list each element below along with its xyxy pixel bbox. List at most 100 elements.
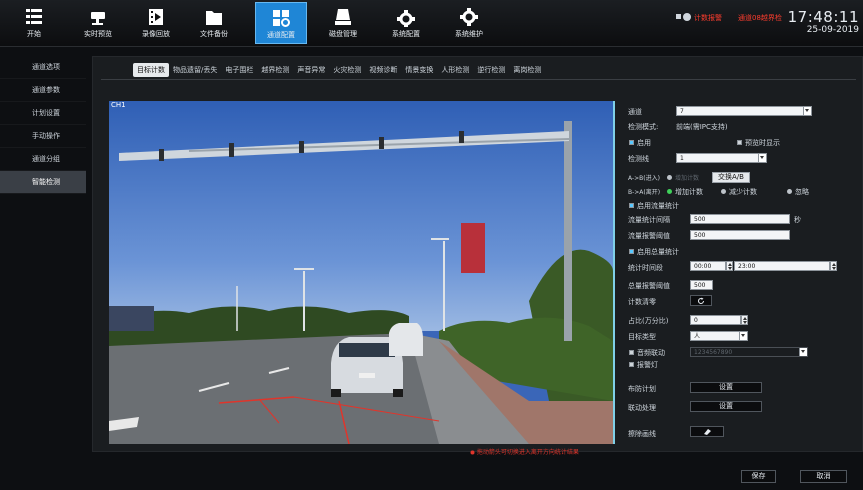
stat-time-end-input[interactable]: 23:00 xyxy=(734,261,830,271)
clock-date: 25-09-2019 xyxy=(806,25,859,35)
swap-ab-button[interactable]: 交换A/B xyxy=(712,172,750,183)
sidebar-item-schedule[interactable]: 计划设置 xyxy=(0,102,86,125)
linkage-set-button[interactable]: 设置 xyxy=(690,401,762,412)
toolbar-playback-label: 录像回放 xyxy=(142,30,170,38)
tab-fence[interactable]: 电子围栏 xyxy=(221,63,257,77)
flow-stats-label: 启用流量统计 xyxy=(637,202,679,210)
chevron-down-icon xyxy=(739,332,747,340)
ba-increase-radio[interactable] xyxy=(667,189,672,194)
tab-line-cross[interactable]: 越界检测 xyxy=(257,63,293,77)
toolbar-maintenance-label: 系统维护 xyxy=(455,30,483,38)
total-stats-checkbox[interactable] xyxy=(629,249,634,254)
flow-alarm-label: 流量报警阈值 xyxy=(628,232,670,240)
sidebar-item-manual[interactable]: 手动操作 xyxy=(0,125,86,148)
toolbar-channel-config-button[interactable]: 通道配置 xyxy=(255,2,307,44)
flow-interval-label: 流量统计间隔 xyxy=(628,216,670,224)
ba-decrease-radio[interactable] xyxy=(721,189,726,194)
stat-time-start-stepper[interactable] xyxy=(726,261,733,271)
target-type-select[interactable]: 人 xyxy=(690,331,748,341)
tab-reverse[interactable]: 逆行检测 xyxy=(473,63,509,77)
folder-icon xyxy=(206,11,222,25)
sidebar-item-group[interactable]: 通道分组 xyxy=(0,148,86,171)
detect-line-select[interactable]: 1 xyxy=(676,153,767,163)
target-type-label: 目标类型 xyxy=(628,333,656,341)
ba-increase-label: 增加计数 xyxy=(675,188,703,196)
erase-lines-button[interactable] xyxy=(690,426,724,437)
detect-mode-value: 前端(需IPC支持) xyxy=(676,123,728,131)
film-icon xyxy=(149,9,163,25)
ba-out-label: B->A(离开) xyxy=(628,189,661,196)
maintenance-gear-icon xyxy=(460,8,478,26)
tab-video-diag[interactable]: 视频诊断 xyxy=(365,63,401,77)
channel-overlay-label: CH1 xyxy=(111,101,126,109)
save-button[interactable]: 保存 xyxy=(741,470,776,483)
tab-scene-change[interactable]: 情景变换 xyxy=(401,63,437,77)
flow-interval-unit: 秒 xyxy=(794,216,801,224)
ratio-input[interactable]: 0 xyxy=(690,315,741,325)
detect-mode-label: 检测模式: xyxy=(628,123,659,131)
sidebar-item-channel-options[interactable]: 通道选项 xyxy=(0,56,86,79)
alarm-light-checkbox[interactable] xyxy=(629,362,634,367)
toolbar-backup-button[interactable]: 文件备份 xyxy=(188,2,240,44)
enable-checkbox[interactable] xyxy=(629,140,634,145)
info-dot-icon xyxy=(470,450,475,455)
schedule-set-button[interactable]: 设置 xyxy=(690,382,762,393)
audio-link-checkbox[interactable] xyxy=(629,350,634,355)
ab-in-value: 增加计数 xyxy=(675,175,700,182)
total-alarm-input[interactable]: 500 xyxy=(690,280,713,290)
refresh-icon xyxy=(698,297,704,304)
tab-audio[interactable]: 声音异常 xyxy=(293,63,329,77)
toolbar-maintenance-button[interactable]: 系统维护 xyxy=(443,2,495,44)
tab-target-count[interactable]: 目标计数 xyxy=(133,63,169,77)
audio-link-value: 1234567890 xyxy=(694,349,733,356)
tab-human[interactable]: 人形检测 xyxy=(437,63,473,77)
toolbar-disk-label: 磁盘管理 xyxy=(329,30,357,38)
preview-display-checkbox[interactable] xyxy=(737,140,742,145)
direction-hint-text: 拖动箭头可切换进入离开方向统计结果 xyxy=(470,447,579,456)
count-reset-label: 计数清零 xyxy=(628,298,656,306)
stat-time-start-input[interactable]: 00:00 xyxy=(690,261,726,271)
video-preview[interactable] xyxy=(109,101,613,444)
toolbar-disk-button[interactable]: 磁盘管理 xyxy=(317,2,369,44)
sidebar-item-channel-params[interactable]: 通道参数 xyxy=(0,79,86,102)
channel-label: 通道 xyxy=(628,108,642,116)
sidebar-item-smart-detect[interactable]: 智能检测 xyxy=(0,171,86,194)
audio-link-select[interactable]: 1234567890 xyxy=(690,347,808,357)
count-reset-button[interactable] xyxy=(690,295,712,306)
tab-leave-post[interactable]: 离岗检测 xyxy=(509,63,545,77)
toolbar-playback-button[interactable]: 录像回放 xyxy=(130,2,182,44)
target-type-value: 人 xyxy=(694,333,701,340)
erase-lines-label: 擦除画线 xyxy=(628,430,656,438)
toolbar-live-preview-button[interactable]: 实时预览 xyxy=(72,2,124,44)
ratio-stepper[interactable] xyxy=(741,315,748,325)
tab-divider xyxy=(101,79,856,80)
ab-in-radio[interactable] xyxy=(667,175,672,180)
channel-select[interactable]: 7 xyxy=(676,106,812,116)
chevron-down-icon xyxy=(799,348,807,356)
ba-ignore-radio[interactable] xyxy=(787,189,792,194)
total-stats-label: 启用总量统计 xyxy=(637,248,679,256)
cancel-button[interactable]: 取消 xyxy=(800,470,847,483)
total-alarm-label: 总量报警阈值 xyxy=(628,282,670,290)
ba-decrease-label: 减少计数 xyxy=(729,188,757,196)
toolbar-start-button[interactable]: 开始 xyxy=(8,2,60,44)
channel-config-icon xyxy=(273,10,290,27)
video-edge-divider xyxy=(613,101,615,444)
stat-time-end-stepper[interactable] xyxy=(830,261,837,271)
flow-alarm-input[interactable]: 500 xyxy=(690,230,790,240)
system-gear-icon xyxy=(397,10,415,27)
tab-left-lost[interactable]: 物品遗留/丢失 xyxy=(169,63,221,77)
toolbar-live-preview-label: 实时预览 xyxy=(84,30,112,38)
eraser-icon xyxy=(704,429,711,435)
toolbar-channel-config-label: 通道配置 xyxy=(267,31,295,39)
menu-icon xyxy=(26,9,42,24)
flow-stats-checkbox[interactable] xyxy=(629,203,634,208)
top-toolbar: 开始 实时预览 录像回放 文件备份 通道配置 磁盘管理 系统配置 系统维护 计数… xyxy=(0,0,863,47)
ab-in-label: A->B(进入) xyxy=(628,175,660,182)
tab-fire[interactable]: 火灾检测 xyxy=(329,63,365,77)
camera-icon xyxy=(91,12,105,25)
tab-bar: 目标计数 物品遗留/丢失 电子围栏 越界检测 声音异常 火灾检测 视频诊断 情景… xyxy=(133,63,545,77)
toolbar-system-config-button[interactable]: 系统配置 xyxy=(380,2,432,44)
alarm-line-cross-text: 通道08越界检 xyxy=(738,14,782,22)
flow-interval-input[interactable]: 500 xyxy=(690,214,790,224)
